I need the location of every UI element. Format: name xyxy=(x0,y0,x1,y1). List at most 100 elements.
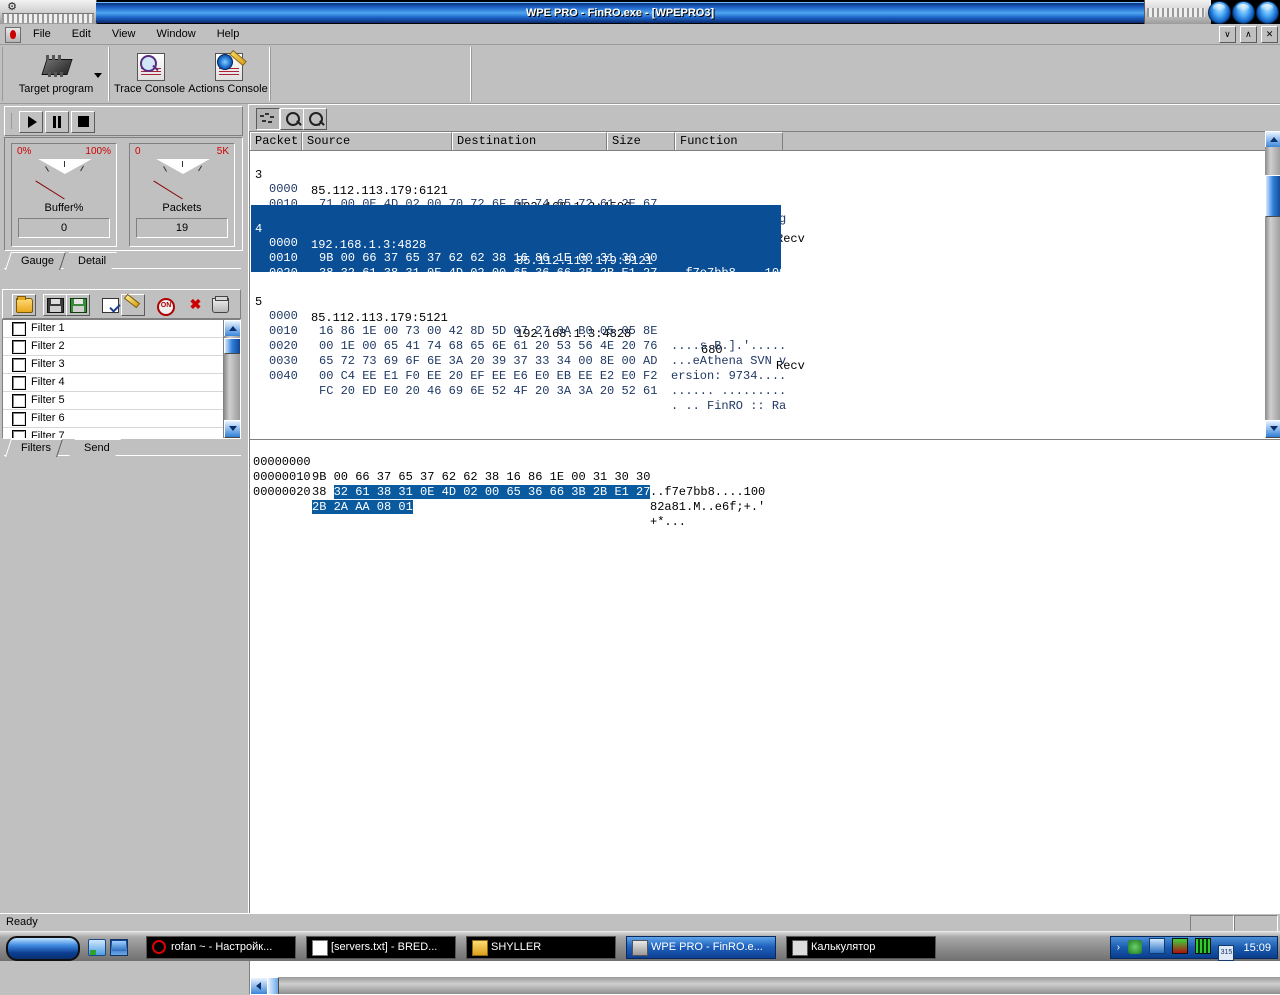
taskbar-item-shyller[interactable]: SHYLLER xyxy=(466,936,616,959)
column-function[interactable]: Function xyxy=(675,132,783,150)
packet-list-scrollbar[interactable] xyxy=(1265,131,1280,438)
pause-capture-button[interactable] xyxy=(45,111,69,133)
save-filter-button[interactable] xyxy=(43,294,67,316)
tab-gauge[interactable]: Gauge xyxy=(5,252,66,270)
gauge-buffer-label: Buffer% xyxy=(44,202,84,214)
filters-scrollbar[interactable] xyxy=(223,320,240,438)
filter-checkbox[interactable] xyxy=(12,412,26,426)
taskbar-item-wpe-pro[interactable]: WPE PRO - FinRO.e... xyxy=(626,936,776,959)
actions-console-button[interactable]: Actions Console xyxy=(188,47,268,101)
scroll-thumb[interactable] xyxy=(224,338,240,354)
packet-scroll-down-button[interactable] xyxy=(1265,420,1280,438)
disable-filter-button[interactable]: ✖ xyxy=(184,294,208,316)
column-packet[interactable]: Packet xyxy=(250,132,302,150)
save-filter-as-button[interactable] xyxy=(66,294,90,316)
gauge-packets-min: 0 xyxy=(135,146,141,157)
open-filter-button[interactable] xyxy=(12,294,36,316)
scroll-down-button[interactable] xyxy=(224,420,240,438)
tab-detail-label: Detail xyxy=(78,255,107,267)
menu-view[interactable]: View xyxy=(103,24,145,44)
hex-editor-row[interactable]: 00000020 2B 2A AA 08 01 +*... xyxy=(250,470,1280,529)
list-item[interactable]: Filter 7 xyxy=(3,428,240,438)
window-title: WPE PRO - FinRO.exe - [WPEPRO3] xyxy=(525,7,715,19)
tab-detail[interactable]: Detail xyxy=(63,252,118,270)
filter-checkbox[interactable] xyxy=(12,376,26,390)
packet-summary: 5 85.112.113.179:5121 192.168.1.3:4828 6… xyxy=(251,278,1263,373)
minimize-button[interactable] xyxy=(1208,1,1231,24)
apply-filter-button[interactable] xyxy=(98,294,122,316)
menu-help[interactable]: Help xyxy=(208,24,249,44)
close-button[interactable] xyxy=(1256,1,1279,24)
start-button[interactable] xyxy=(6,936,80,961)
packet-scroll-thumb[interactable] xyxy=(1265,175,1280,217)
mdi-close-button[interactable]: ✕ xyxy=(1261,26,1278,43)
pause-icon-bar2 xyxy=(58,116,61,128)
filter-checkbox[interactable] xyxy=(12,430,26,438)
hex-editor-hscrollbar[interactable] xyxy=(250,977,1280,994)
filter-checkbox[interactable] xyxy=(12,340,26,354)
enable-filter-button[interactable]: ON xyxy=(153,294,177,316)
table-row[interactable]: 4 192.168.1.3:4828 85.112.113.179:5121 3… xyxy=(251,205,805,310)
tab-filters[interactable]: Filters xyxy=(5,439,63,457)
taskbar-item-bred[interactable]: [servers.txt] - BRED... xyxy=(306,936,456,959)
filter-checkbox[interactable] xyxy=(12,394,26,408)
stop-capture-button[interactable] xyxy=(71,111,95,133)
hex-bytes[interactable]: 38 32 61 38 31 0E 4D 02 00 65 36 66 3B 2… xyxy=(312,485,651,500)
tray-clock[interactable]: 15:09 xyxy=(1243,938,1271,959)
search-button[interactable] xyxy=(280,108,304,130)
graph-icon[interactable] xyxy=(1172,938,1189,954)
maximize-button[interactable] xyxy=(1232,1,1255,24)
table-row[interactable]: 5 85.112.113.179:5121 192.168.1.3:4828 6… xyxy=(251,278,1263,413)
filter-checkbox[interactable] xyxy=(12,358,26,372)
delete-filter-button[interactable] xyxy=(208,294,232,316)
titlebar-gradient: WPE PRO - FinRO.exe - [WPEPRO3] xyxy=(96,2,1144,23)
column-destination[interactable]: Destination xyxy=(452,132,607,150)
window-system-menu[interactable]: ⚙ xyxy=(0,0,97,24)
tray-expand-icon[interactable]: › xyxy=(1117,937,1120,958)
taskbar-item-calculator[interactable]: Калькулятор xyxy=(786,936,936,959)
list-item[interactable]: Filter 1 xyxy=(3,320,240,338)
counter-icon[interactable]: 315 xyxy=(1218,945,1235,961)
show-packets-button[interactable] xyxy=(256,108,280,130)
search-next-button[interactable]: .. xyxy=(303,108,327,130)
menu-file[interactable]: File xyxy=(24,24,60,44)
mdi-minimize-button[interactable]: ∨ xyxy=(1218,26,1236,43)
hscroll-thumb[interactable] xyxy=(267,977,279,994)
chevron-down-icon xyxy=(229,426,237,431)
hex-editor-row[interactable]: 00000010 38 32 61 38 31 0E 4D 02 00 65 3… xyxy=(250,455,1280,514)
chip-icon xyxy=(6,49,106,83)
menu-edit[interactable]: Edit xyxy=(63,24,100,44)
bars-icon[interactable] xyxy=(1195,938,1212,954)
menu-window[interactable]: Window xyxy=(148,24,205,44)
taskbar-item-opera[interactable]: rofan ~ - Настройк... xyxy=(146,936,296,959)
hex-editor-row[interactable]: 00000000 9B 00 66 37 65 37 62 62 38 16 8… xyxy=(250,440,1280,499)
app-system-icon[interactable] xyxy=(5,27,21,43)
clover-icon[interactable] xyxy=(1128,940,1143,954)
list-item[interactable]: Filter 6 xyxy=(3,410,240,428)
show-desktop-icon[interactable] xyxy=(110,939,128,956)
list-item[interactable]: Filter 5 xyxy=(3,392,240,410)
chevron-down-icon[interactable] xyxy=(94,73,102,78)
gauge-buffer-min: 0% xyxy=(17,146,32,157)
hex-editor[interactable]: 00000000 9B 00 66 37 65 37 62 62 38 16 8… xyxy=(249,439,1280,995)
list-item[interactable]: Filter 3 xyxy=(3,356,240,374)
filter-checkbox[interactable] xyxy=(12,322,26,336)
list-item[interactable]: Filter 2 xyxy=(3,338,240,356)
packet-summary: 3 85.112.113.179:6121 192.168.1.3:4506 2… xyxy=(251,151,1263,246)
filters-list[interactable]: Filter 1 Filter 2 Filter 3 Filter 4 Filt… xyxy=(2,319,241,439)
hscroll-track[interactable] xyxy=(267,977,1280,994)
tab-send[interactable]: Send xyxy=(69,439,121,457)
monitor-icon[interactable] xyxy=(1149,938,1166,954)
edit-filter-button[interactable] xyxy=(121,293,145,316)
packet-list[interactable]: Packet Source Destination Size Function … xyxy=(249,131,1280,440)
hex-bytes[interactable]: 2B 2A AA 08 01 xyxy=(312,500,413,515)
trace-console-button[interactable]: Trace Console xyxy=(112,47,187,101)
start-capture-button[interactable] xyxy=(19,111,43,133)
target-program-button[interactable]: Target program xyxy=(6,47,106,101)
network-icon[interactable] xyxy=(88,939,106,956)
mdi-restore-button[interactable]: ∧ xyxy=(1239,26,1257,43)
column-size[interactable]: Size xyxy=(607,132,675,150)
column-source[interactable]: Source xyxy=(302,132,452,150)
table-row[interactable]: 3 85.112.113.179:6121 192.168.1.3:4506 2… xyxy=(251,151,1263,246)
list-item[interactable]: Filter 4 xyxy=(3,374,240,392)
